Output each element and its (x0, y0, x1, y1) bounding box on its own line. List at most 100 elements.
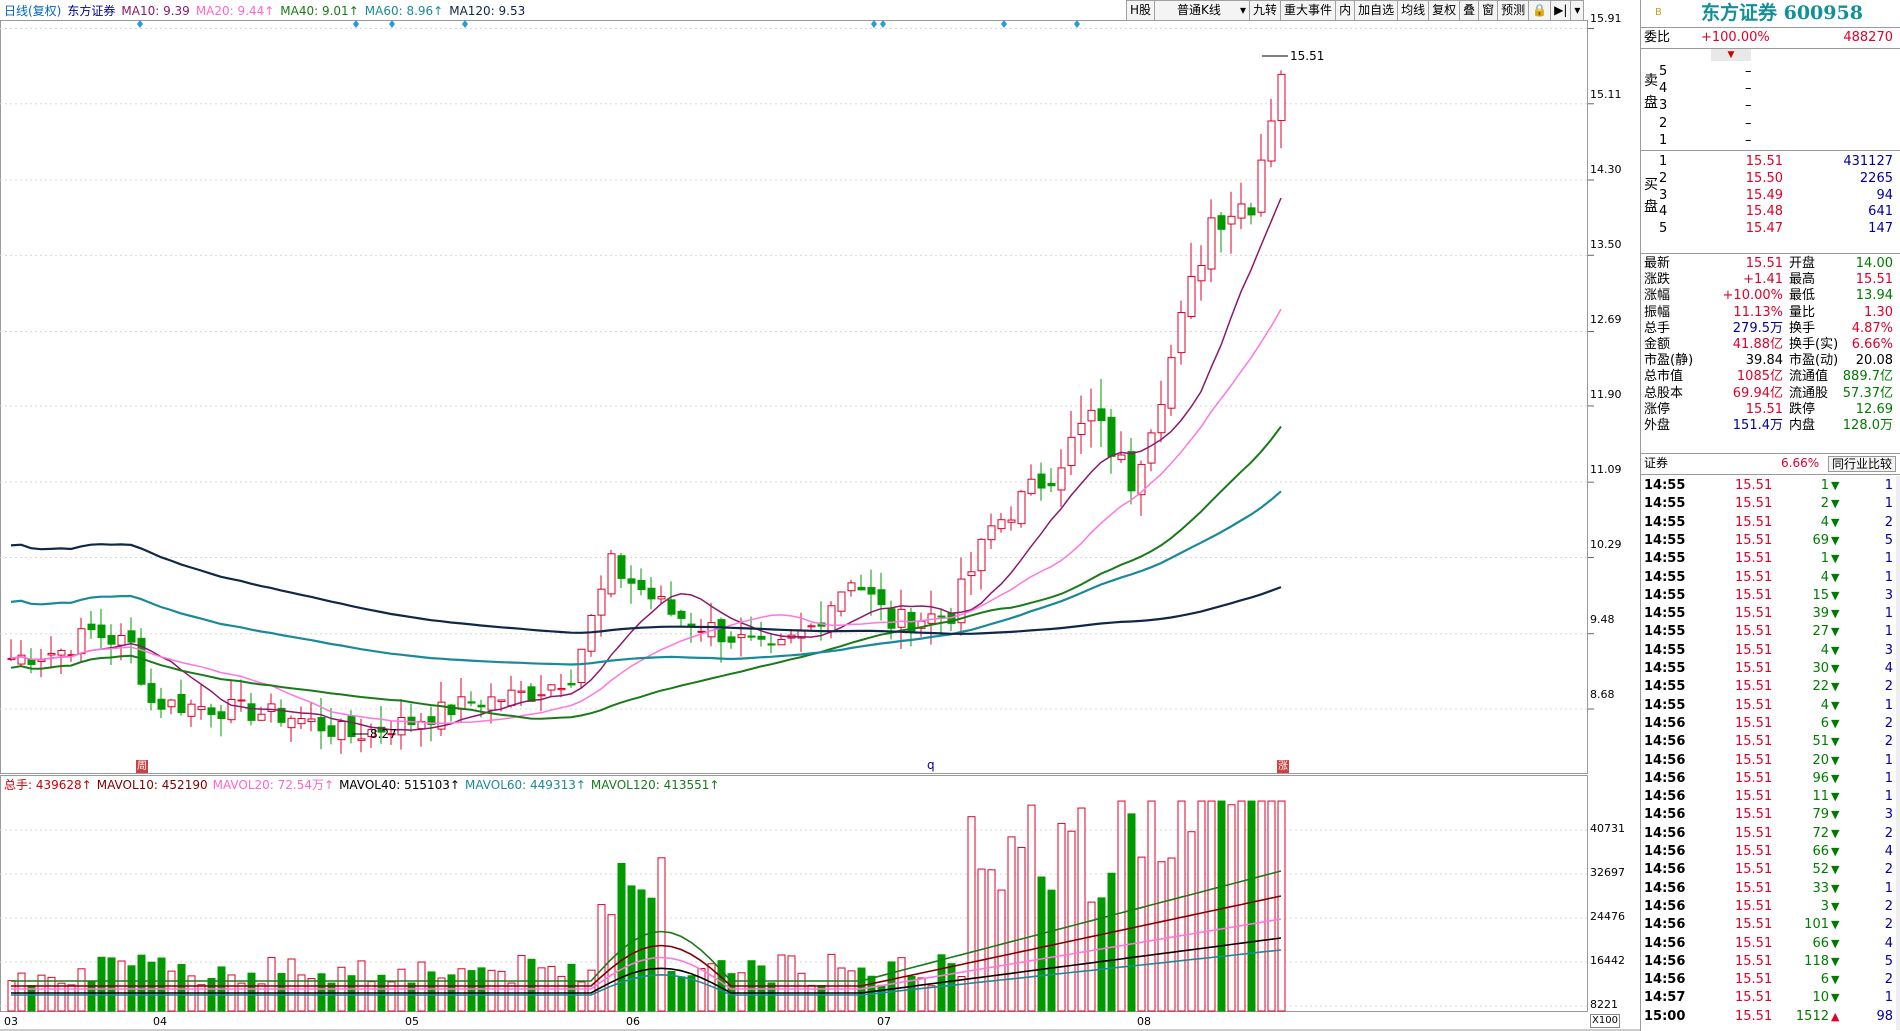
tick-count: 2 (1884, 898, 1893, 914)
tick-row[interactable]: 14:56 15.51 96 ▼ 1 (1641, 770, 1900, 788)
industry-compare-button[interactable]: 同行业比较 (1828, 456, 1897, 472)
toolbar-ma-button[interactable]: 均线 (1397, 0, 1430, 21)
stat-label: 振幅 (1644, 304, 1671, 320)
toolbar-kline-type-select[interactable]: 普通K线 ▾ (1154, 0, 1251, 21)
lock-icon[interactable]: 🔒 (1528, 0, 1552, 21)
volume-bar (1087, 901, 1096, 1012)
tick-row[interactable]: 14:55 15.51 15 ▼ 3 (1641, 587, 1900, 605)
tick-volume: 69 (1812, 532, 1829, 548)
tick-row[interactable]: 14:56 15.51 51 ▼ 2 (1641, 733, 1900, 751)
candle-body (967, 571, 976, 577)
stat-row: 总市值 1085亿 流通值 889.7亿 (1641, 369, 1900, 385)
tick-row[interactable]: 14:56 15.51 52 ▼ 2 (1641, 861, 1900, 879)
candle-body (977, 538, 986, 572)
candle-body (1237, 203, 1246, 219)
marker-q[interactable]: q (927, 758, 935, 772)
collapse-icon[interactable]: ▾ (1570, 0, 1585, 21)
tick-time: 14:56 (1644, 734, 1686, 750)
chevron-down-icon[interactable]: ▼ (1711, 49, 1751, 61)
tick-row[interactable]: 14:56 15.51 118 ▼ 5 (1641, 953, 1900, 971)
candle-body (1207, 217, 1216, 270)
kline-chart-area[interactable]: 日线(复权) 东方证券 MA10: 9.39 MA20: 9.44↑ MA40: 9.0… (0, 0, 1640, 1031)
buy-row[interactable]: 1 15.51 431127 (1641, 153, 1900, 170)
tick-row[interactable]: 14:56 15.51 6 ▼ 2 (1641, 971, 1900, 989)
tick-count: 2 (1884, 514, 1893, 530)
sell-price: – (1745, 64, 1752, 79)
tick-row[interactable]: 14:56 15.51 3 ▼ 2 (1641, 898, 1900, 916)
tick-row[interactable]: 14:55 15.51 22 ▼ 2 (1641, 678, 1900, 696)
tick-row[interactable]: 14:55 15.51 39 ▼ 1 (1641, 605, 1900, 623)
marker-zhou[interactable]: 周 (136, 760, 148, 773)
candle-body (117, 634, 126, 646)
toolbar-overlay-button[interactable]: 叠 (1459, 0, 1480, 21)
buy-row[interactable]: 3 15.49 94 (1641, 187, 1900, 204)
marker-zhang[interactable]: 涨 (1277, 760, 1289, 773)
tick-row[interactable]: 14:56 15.51 11 ▼ 1 (1641, 788, 1900, 806)
toolbar-adjust-button[interactable]: 复权 (1428, 0, 1461, 21)
buy-row[interactable]: 2 15.50 2265 (1641, 170, 1900, 187)
volume-bar (1067, 830, 1076, 1012)
volume-bar (657, 857, 666, 1012)
tick-row[interactable]: 14:55 15.51 2 ▼ 1 (1641, 495, 1900, 513)
tick-row[interactable]: 14:55 15.51 69 ▼ 5 (1641, 532, 1900, 550)
ma10-line (10, 197, 1282, 731)
volume-bar (1157, 861, 1166, 1012)
tick-count: 1 (1884, 880, 1893, 896)
buy-row[interactable]: 4 15.48 641 (1641, 203, 1900, 220)
price-pane-frame (0, 20, 1588, 774)
tick-price: 15.51 (1735, 569, 1773, 585)
tick-row[interactable]: 14:56 15.51 66 ▼ 4 (1641, 843, 1900, 861)
tick-row[interactable]: 14:56 15.51 66 ▼ 4 (1641, 935, 1900, 953)
toolbar-forecast-button[interactable]: 预测 (1497, 0, 1530, 21)
tick-row[interactable]: 14:56 15.51 101 ▼ 2 (1641, 916, 1900, 934)
toolbar-jiuzhuan-button[interactable]: 九转 (1249, 0, 1282, 21)
tick-row[interactable]: 14:56 15.51 72 ▼ 2 (1641, 825, 1900, 843)
tick-row[interactable]: 14:56 15.51 20 ▼ 1 (1641, 752, 1900, 770)
buy-level: 5 (1659, 221, 1668, 237)
vol-legend-zongshou: 总手: 439628↑ (4, 778, 92, 792)
tick-time: 14:56 (1644, 844, 1686, 859)
toolbar-inner-button[interactable]: 内 (1335, 0, 1356, 21)
toolbar-events-button[interactable]: 重大事件 (1280, 0, 1337, 21)
ma60-line (10, 490, 1282, 666)
tick-row[interactable]: 14:55 15.51 27 ▼ 1 (1641, 623, 1900, 641)
tick-price: 15.51 (1735, 642, 1773, 658)
tick-price: 15.51 (1735, 715, 1773, 731)
volume-bar (927, 985, 936, 1012)
tick-row[interactable]: 14:56 15.51 6 ▼ 2 (1641, 715, 1900, 733)
play-end-icon[interactable]: ▶| (1550, 0, 1572, 21)
buy-row[interactable]: 5 15.47 147 (1641, 220, 1900, 237)
tick-row[interactable]: 15:00 15.51 1512 ▲ 98 (1641, 1008, 1900, 1026)
candle-body (677, 610, 686, 619)
tick-row[interactable]: 14:57 15.51 10 ▼ 1 (1641, 989, 1900, 1007)
tick-row[interactable]: 14:55 15.51 4 ▼ 1 (1641, 569, 1900, 587)
toolbar-window-button[interactable]: 窗 (1478, 0, 1499, 21)
legend-ma120: MA120: 9.53 (449, 4, 526, 18)
candle-body (77, 628, 86, 655)
tick-time: 14:55 (1644, 679, 1686, 695)
kline-chart[interactable] (0, 0, 1640, 1031)
tick-row[interactable]: 14:55 15.51 1 ▼ 1 (1641, 550, 1900, 568)
tick-row[interactable]: 14:56 15.51 33 ▼ 1 (1641, 880, 1900, 898)
tick-volume: 66 (1812, 935, 1829, 951)
stat-row: 外盘 151.4万 内盘 128.0万 (1641, 418, 1900, 434)
volume-bar (107, 957, 116, 1012)
tick-row[interactable]: 14:55 15.51 1 ▼ 1 (1641, 477, 1900, 495)
volume-bar (647, 897, 656, 1012)
candle-body (1017, 491, 1026, 525)
sell-level: 4 (1659, 81, 1668, 97)
tick-count: 1 (1884, 789, 1893, 805)
toolbar-h-shares-button[interactable]: H股 (1126, 0, 1156, 21)
toolbar-add-watchlist-button[interactable]: 加自选 (1354, 0, 1399, 21)
tick-row[interactable]: 14:55 15.51 4 ▼ 2 (1641, 514, 1900, 532)
candle-body (727, 636, 736, 643)
tick-row[interactable]: 14:55 15.51 30 ▼ 4 (1641, 660, 1900, 678)
candle-body (87, 623, 96, 631)
volume-bar (737, 972, 746, 1012)
tick-row[interactable]: 14:55 15.51 4 ▼ 1 (1641, 697, 1900, 715)
candle-body (1007, 519, 1016, 523)
tick-row[interactable]: 14:56 15.51 79 ▼ 3 (1641, 806, 1900, 824)
tick-row[interactable]: 14:55 15.51 4 ▼ 3 (1641, 642, 1900, 660)
volume-bar (997, 889, 1006, 1012)
stat-value: 12.69 (1855, 401, 1893, 417)
